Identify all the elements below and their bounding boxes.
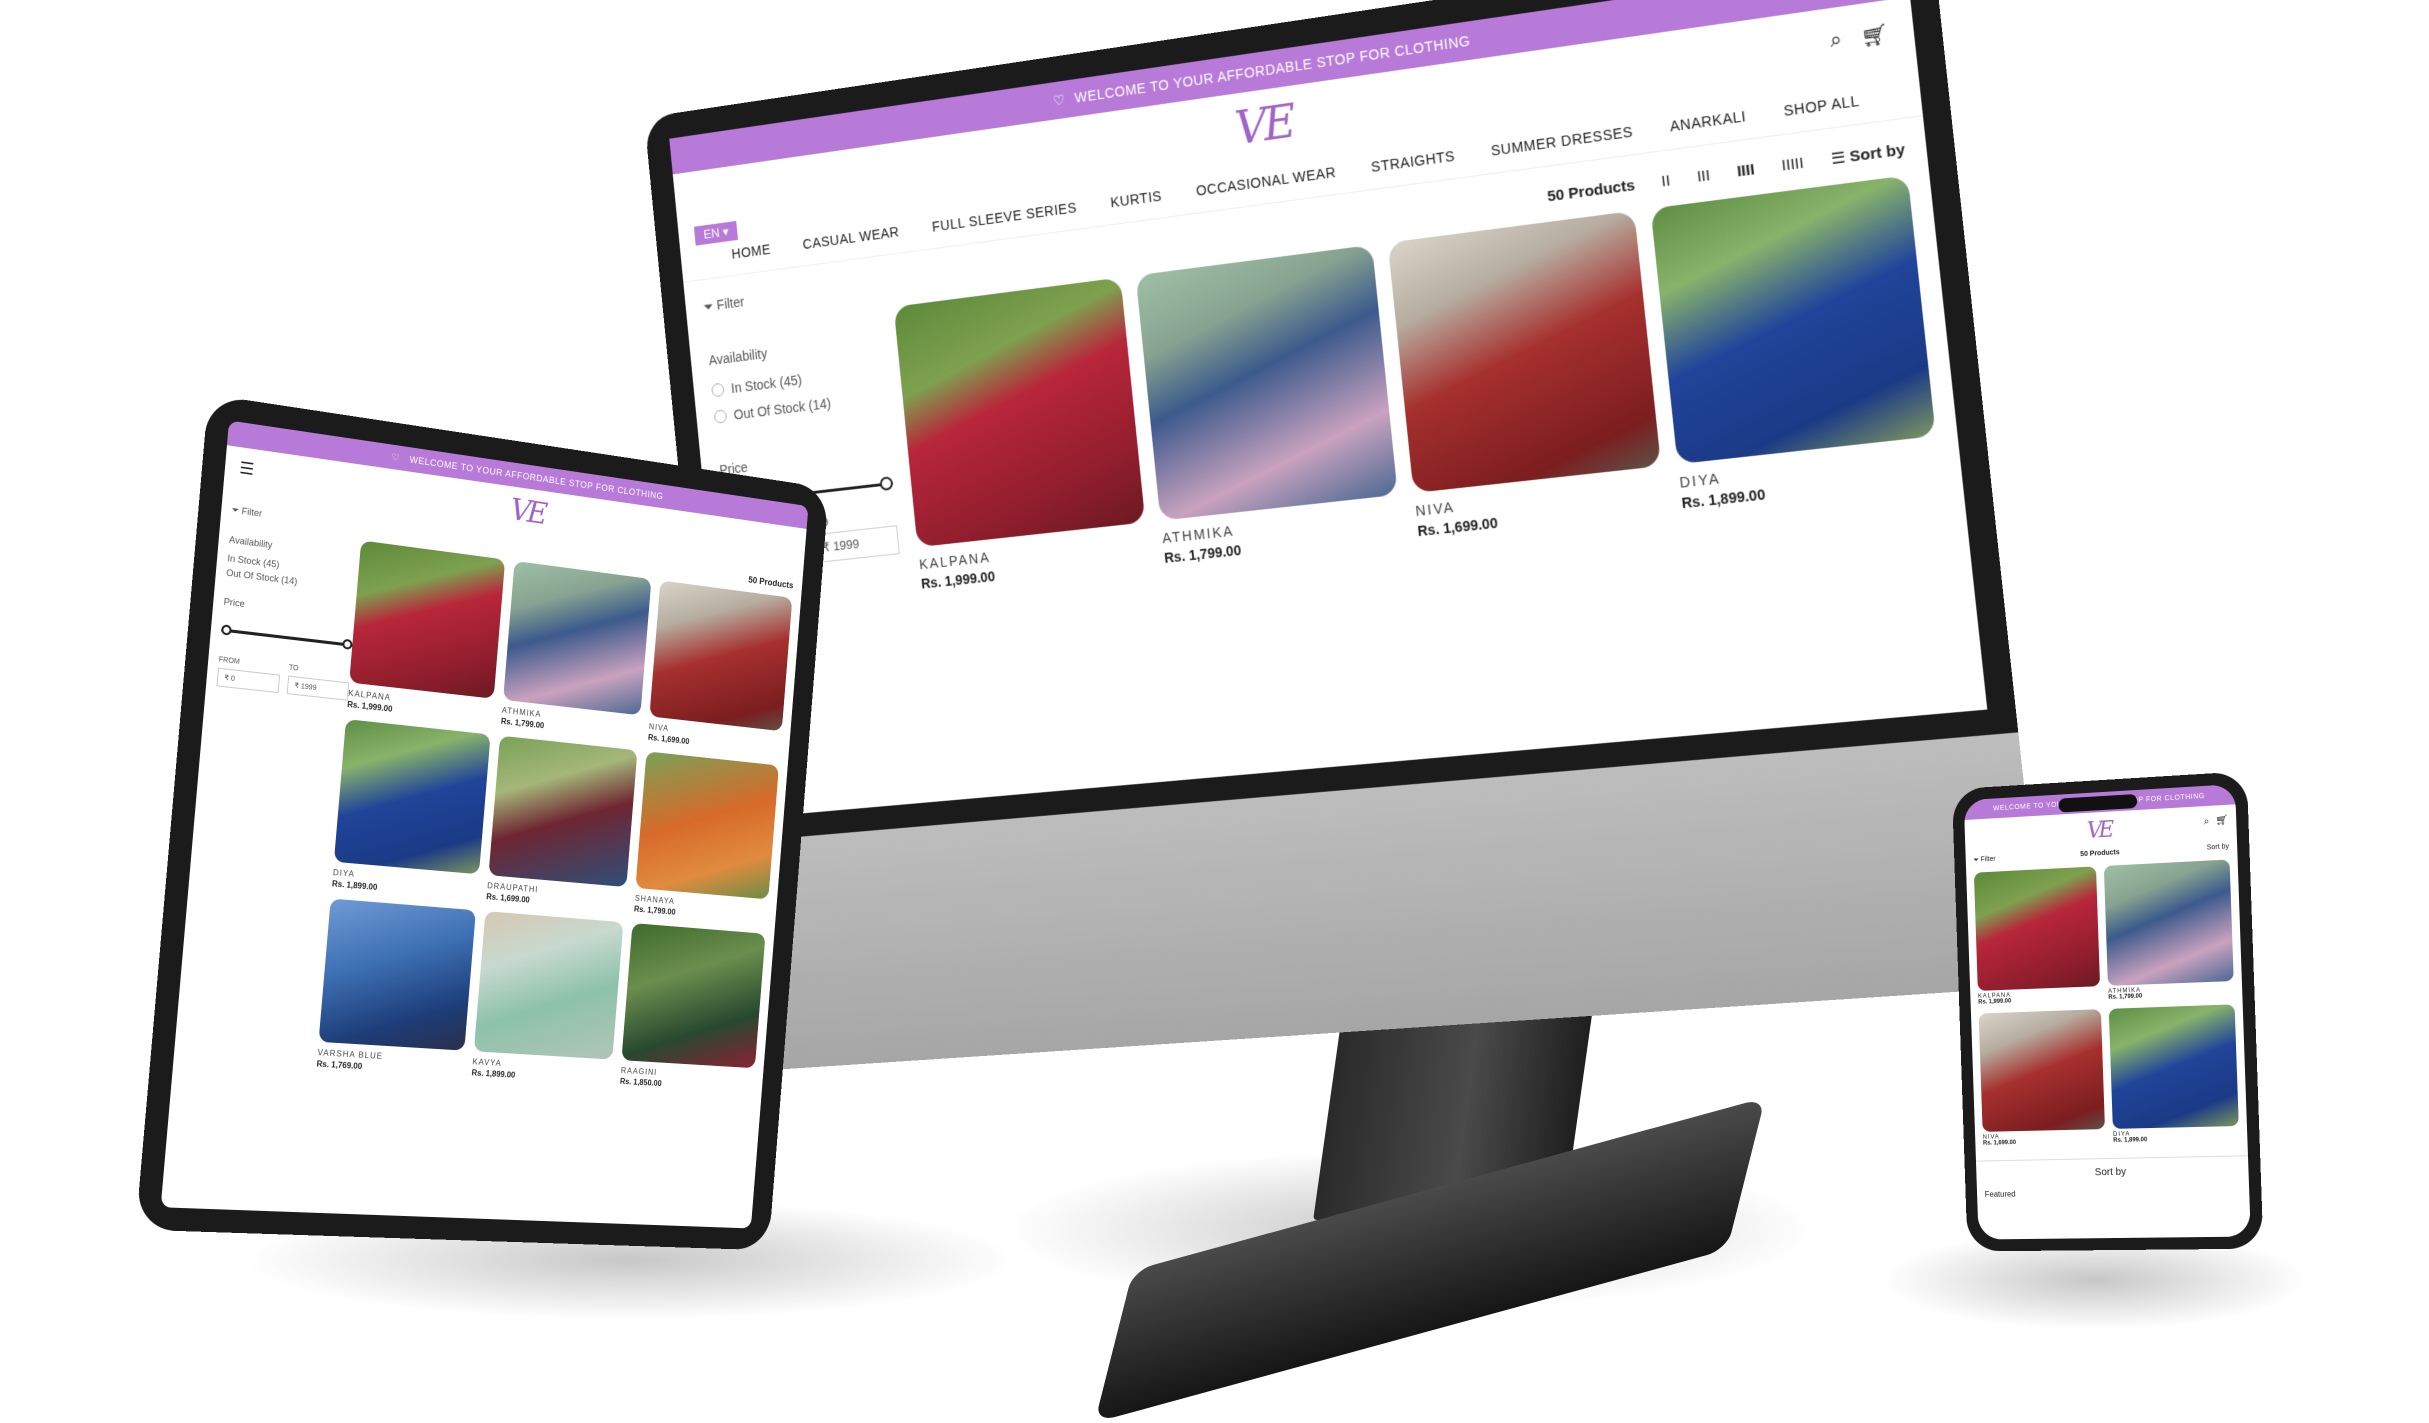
tablet-to-label: TO [288,664,299,673]
product-card[interactable]: DIYA Rs. 1,899.00 [1650,175,1942,511]
filter-label: Filter [716,293,746,313]
product-image[interactable] [2103,859,2234,986]
product-image[interactable] [1978,1009,2105,1132]
product-card[interactable]: DIYA Rs. 1,899.00 [332,719,491,900]
tablet-price-title: Price [223,596,246,610]
filter-toggle[interactable]: ⏷ Filter [703,277,874,316]
product-image[interactable] [649,580,793,732]
product-image[interactable] [1650,175,1936,465]
product-card[interactable]: VARSHA BLUE Rs. 1,769.00 [316,898,476,1077]
nav-item[interactable]: HOME [731,241,772,261]
nav-item[interactable]: CASUAL WEAR [802,224,900,252]
product-image[interactable] [333,719,491,875]
slider-max-handle[interactable] [879,476,894,492]
sort-sheet-title: Sort by [2094,1166,2127,1179]
tablet-price-slider[interactable] [220,619,353,655]
product-card[interactable]: ATHMIKA Rs. 1,799.00 [1135,244,1403,566]
product-card[interactable]: KALPANA Rs. 1,999.00 [893,277,1150,592]
price-title: Price [718,459,749,478]
product-card[interactable]: KAVYA Rs. 1,899.00 [471,911,624,1085]
search-icon[interactable]: ⌕ [1829,28,1844,56]
radio-icon [713,409,728,424]
sort-label: Sort by [1848,140,1906,166]
phone-product-grid: KALPANA Rs. 1,999.00 ATHMIKA Rs. 1,799.00 NI… [1966,853,2248,1153]
radio-icon [711,382,725,398]
product-card[interactable]: KALPANA Rs. 1,999.00 [1973,866,2101,1006]
phone-logo[interactable]: VE [2086,817,2110,843]
product-image[interactable] [621,923,766,1069]
tablet-slider-min[interactable] [220,624,233,636]
in-stock-label: In Stock (45) [730,371,803,396]
product-count: 50 Products [1546,176,1636,206]
availability-title: Availability [708,345,768,369]
nav-item[interactable]: KURTIS [1110,188,1163,211]
grid-5-icon[interactable]: IIIII [1781,154,1805,174]
nav-item[interactable]: SUMMER DRESSES [1490,123,1634,159]
product-image[interactable] [1973,866,2101,991]
menu-icon[interactable]: ☰ [239,458,255,481]
product-image[interactable] [635,751,779,900]
grid-4-icon[interactable]: IIII [1736,160,1755,180]
product-card[interactable]: NIVA Rs. 1,699.00 [648,580,793,756]
product-card[interactable]: KALPANA Rs. 1,999.00 [347,540,505,724]
product-card[interactable]: NIVA Rs. 1,699.00 [1387,210,1666,539]
tablet-from-label: FROM [218,656,241,666]
tablet-device: ♡ WELCOME TO YOUR AFFORDABLE STOP FOR CL… [135,394,830,1251]
monitor-screen: ♡ WELCOME TO YOUR AFFORDABLE STOP FOR CL… [669,0,1988,820]
product-card[interactable]: NIVA Rs. 1,699.00 [1978,1009,2106,1147]
product-card[interactable]: RAAGINI Rs. 1,850.00 [620,923,766,1093]
phone-filter-toggle[interactable]: ⏷ Filter [1973,856,1995,865]
product-card[interactable]: DIYA Rs. 1,899.00 [2108,1004,2240,1144]
tablet-slider-track [221,628,353,647]
product-image[interactable] [488,735,638,888]
product-image[interactable] [893,277,1146,548]
tablet-logo[interactable]: VE [509,492,545,531]
language-label: EN [702,225,721,242]
product-grid: KALPANA Rs. 1,999.00 ATHMIKA Rs. 1,799.00 NI… [893,175,1942,592]
heart-icon: ♡ [1052,91,1067,109]
product-card[interactable]: ATHMIKA Rs. 1,799.00 [2103,859,2234,1001]
desktop-monitor: ♡ WELCOME TO YOUR AFFORDABLE STOP FOR CL… [644,0,2046,1073]
search-icon[interactable]: ⌕ [2203,816,2209,827]
grid-3-icon[interactable]: III [1696,166,1711,185]
nav-item[interactable]: FULL SLEEVE SERIES [931,199,1077,234]
product-image[interactable] [2108,1004,2239,1129]
nav-item[interactable]: ANARKALI [1669,108,1747,135]
product-image[interactable] [1135,244,1398,521]
sort-option-featured[interactable]: Featured [1985,1186,2242,1199]
heart-icon: ♡ [391,451,401,463]
product-price: Rs. 1,699.00 [1982,1140,2017,1147]
tablet-slider-max[interactable] [342,638,353,650]
phone-screen: WELCOME TO YOUR AFFORDABLE STOP FOR CLOT… [1963,784,2251,1240]
product-image[interactable] [318,898,476,1051]
tablet-filter-label: Filter [241,505,263,519]
product-image[interactable] [1387,210,1662,494]
tablet-price-from[interactable]: ₹ 0 [216,667,281,694]
phone-sort-button[interactable]: Sort by [2207,843,2230,852]
nav-item[interactable]: SHOP ALL [1783,92,1860,119]
sort-sheet: Sort by Featured [1975,1155,2251,1240]
cart-icon[interactable]: 🛒︎ [2215,815,2228,827]
product-image[interactable] [473,911,624,1060]
product-image[interactable] [349,540,505,699]
site-logo[interactable]: VE [1233,94,1295,155]
cart-icon[interactable]: 🛒︎ [1860,21,1890,51]
tablet-screen: ♡ WELCOME TO YOUR AFFORDABLE STOP FOR CL… [160,420,809,1229]
product-image[interactable] [502,560,652,716]
nav-item[interactable]: OCCASIONAL WEAR [1195,164,1336,199]
price-to-input[interactable]: ₹ 1999 [814,525,900,563]
tablet-product-grid: KALPANA Rs. 1,999.00 ATHMIKA Rs. 1,799.00 NI… [316,540,793,1093]
product-card[interactable]: SHANAYA Rs. 1,799.00 [634,751,779,924]
phone-device: WELCOME TO YOUR AFFORDABLE STOP FOR CLOT… [1951,771,2264,1252]
tablet-price-to[interactable]: ₹ 1999 [286,675,350,701]
phone-filter-label: Filter [1980,855,1996,864]
out-of-stock-label: Out Of Stock (14) [732,395,832,423]
phone-product-count: 50 Products [2080,849,2120,859]
product-card[interactable]: ATHMIKA Rs. 1,799.00 [501,560,652,741]
product-card[interactable]: DRAUPATHI Rs. 1,699.00 [486,735,638,913]
nav-item[interactable]: STRAIGHTS [1370,148,1455,175]
grid-2-icon[interactable]: II [1661,172,1671,190]
sort-button[interactable]: ☰ Sort by [1830,140,1906,168]
